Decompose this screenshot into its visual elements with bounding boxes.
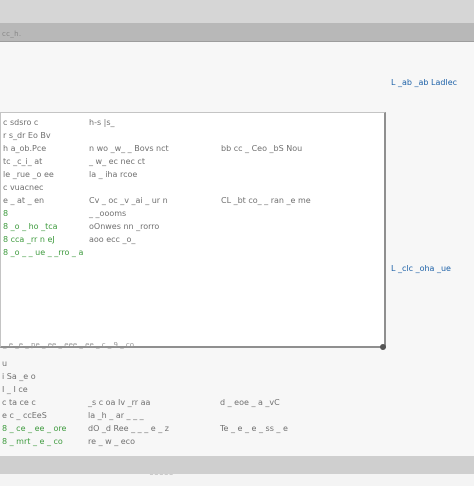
lower-cell-c3: la _h _ ar _ _ _ [88,411,144,420]
lower-cell-c1: 8 _ mrt _ e _ co [2,437,63,446]
panel-cell-c1: tc _c_i_ at [3,157,43,166]
side-link-top[interactable]: L _ab _ab Ladlec [391,78,457,87]
panel-cell-c1: c sdsro c [3,118,39,127]
resize-handle[interactable] [380,344,386,350]
details-panel: c sdsro c h-s |s_r s_dr Eo Bv h a_ob.Pce n … [0,112,386,349]
panel-cell-c1: c vuacnec [3,183,44,192]
panel-cell-c4: bb cc _ Ceo _bS Nou [221,144,303,153]
lower-cell-c4: Te _ e _ e _ ss _ e [220,424,288,433]
side-link-bottom[interactable]: L _clc _oha _ue [391,264,451,273]
lower-cell-c3: dO _d Ree _ _ _ e _ z [88,424,169,433]
panel-footnote: _ e _e _ pe _ ee _ eee _ ee _ c _ 9 _ co [3,341,135,349]
panel-cell-c3: oOnwes nn _rorro [89,222,160,231]
panel-cell-c1: 8 _o _ ho _tca [3,222,58,231]
panel-cell-c3: h-s |s_ [89,118,115,127]
panel-cell-c1: r s_dr Eo Bv [3,131,51,140]
panel-cell-c1: 8 [3,209,9,218]
lower-cell-c3: re _ w _ eco [88,437,135,446]
lower-cell-c3: _s c oa Iv _rr aa [88,398,151,407]
lower-cell-c1: c ta ce c [2,398,36,407]
lower-cell-c1: e c _ ccEeS [2,411,47,420]
lower-cell-c1: u [2,359,8,368]
panel-cell-c1: h a_ob.Pce [3,144,47,153]
toolbar-band [0,23,474,42]
panel-cell-c1: 8 _o _ _ ue _ _rro _ a [3,248,84,257]
panel-cell-c1: 8 cca _rr n eJ [3,235,55,244]
status-bar [0,456,474,474]
panel-cell-c1: e _ at _ en [3,196,45,205]
lower-cell-c4: d _ eoe _ a _vC [220,398,280,407]
lower-cell-c1: i Sa _e o [2,372,36,381]
lower-cell-c1: I _ I ce [2,385,28,394]
panel-cell-c1: le _rue _o ee [3,170,54,179]
main-content: c sdsro c h-s |s_r s_dr Eo Bv h a_ob.Pce n … [0,42,474,456]
lower-cell-c1: 8 _ ce _ ee _ ore [2,424,67,433]
panel-cell-c3: _ _oooms [89,209,127,218]
panel-cell-c3: la _ iha rcoe [89,170,138,179]
panel-cell-c3: n wo _w_ _ Bovs nct [89,144,169,153]
panel-cell-c4: CL _bt co_ _ ran _e me [221,196,311,205]
panel-cell-c3: _ w_ ec nec ct [89,157,145,166]
panel-cell-c3: Cv _ oc _v _ai _ ur n [89,196,168,205]
panel-cell-c3: aoo ecc _o_ [89,235,136,244]
window-title: cc_h. [2,30,22,38]
window-titlebar [0,0,474,23]
